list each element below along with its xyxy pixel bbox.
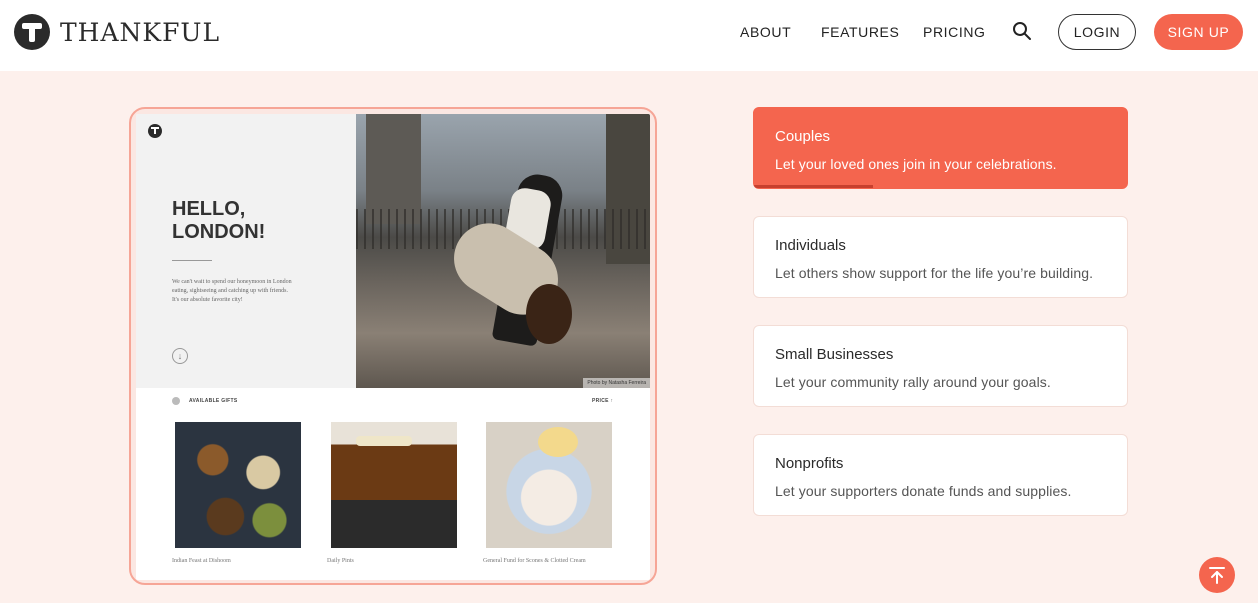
nav-pricing[interactable]: PRICING [923,0,986,63]
use-case-title: Small Businesses [775,346,894,363]
gift-name[interactable]: Daily Pints [327,558,354,564]
couple-photo: Photo by Natasha Ferreira [356,114,650,388]
use-case-desc: Let others show support for the life you… [775,265,1094,281]
use-case-card-nonprofits[interactable]: Nonprofits Let your supporters donate fu… [753,434,1128,516]
login-button[interactable]: LOGIN [1058,14,1136,50]
registry-preview: HELLO, LONDON! We can't wait to spend our… [129,107,657,585]
use-case-title: Individuals [775,237,846,254]
use-case-progress-bar [754,185,874,188]
signup-button[interactable]: SIGN UP [1154,14,1243,50]
photo-credit: Photo by Natasha Ferreira [583,378,650,388]
nav-about[interactable]: ABOUT [740,0,791,63]
use-case-card-small-businesses[interactable]: Small Businesses Let your community rall… [753,325,1128,407]
gift-image-scones[interactable] [486,422,612,548]
use-case-title: Nonprofits [775,455,844,472]
thankful-mini-logo-icon [148,124,162,138]
registry-preview-page: HELLO, LONDON! We can't wait to spend our… [136,114,650,580]
use-case-desc: Let your loved ones join in your celebra… [775,156,1057,172]
registry-hero-text: We can't wait to spend our honeymoon in … [172,279,292,303]
divider [172,260,212,261]
brand-logo[interactable]: THANKFUL [14,14,220,50]
use-case-desc: Let your community rally around your goa… [775,374,1051,390]
registry-hero-title: HELLO, LONDON! [172,198,266,243]
registry-hero-panel: HELLO, LONDON! We can't wait to spend our… [136,114,356,388]
available-gifts-toggle[interactable] [172,397,180,405]
thankful-logo-icon [14,14,50,50]
use-case-title: Couples [775,128,831,145]
use-case-card-couples[interactable]: Couples Let your loved ones join in your… [753,107,1128,189]
arrow-up-to-top-icon [1209,567,1225,584]
price-sort[interactable]: PRICE ↑ [592,397,613,405]
gift-image-feast[interactable] [175,422,301,548]
site-header: THANKFUL ABOUT FEATURES PRICING LOGIN SI… [0,0,1258,71]
search-icon[interactable] [1012,21,1032,41]
gift-name[interactable]: Indian Feast at Dishoom [172,558,231,564]
scroll-to-top-button[interactable] [1199,557,1235,593]
use-case-desc: Let your supporters donate funds and sup… [775,483,1072,499]
gift-name[interactable]: General Fund for Scones & Clotted Cream [483,558,586,564]
nav-features[interactable]: FEATURES [821,0,899,63]
arrow-down-icon[interactable] [172,348,188,364]
brand-name: THANKFUL [60,17,221,47]
gift-image-pints[interactable] [331,422,457,548]
available-gifts-label: AVAILABLE GIFTS [189,398,238,404]
use-case-card-individuals[interactable]: Individuals Let others show support for … [753,216,1128,298]
